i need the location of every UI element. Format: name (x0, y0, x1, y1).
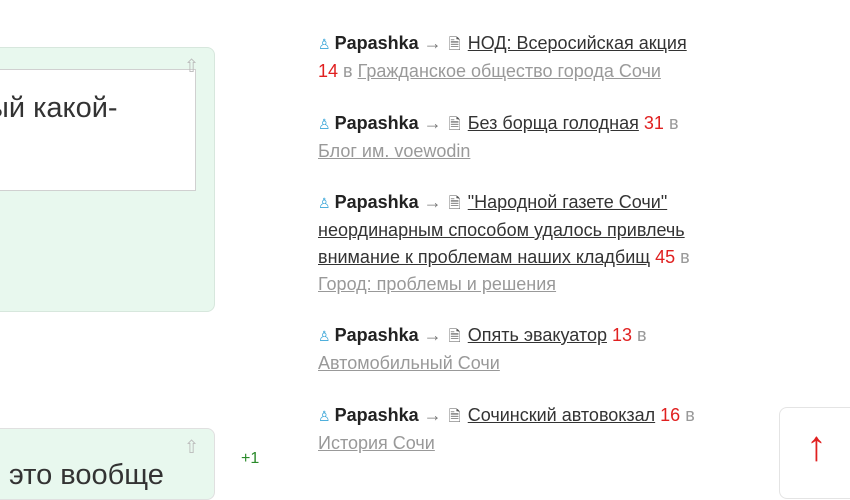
in-label: в (680, 247, 690, 267)
user-link[interactable]: Papashka (335, 325, 419, 345)
arrow-icon: → (423, 405, 442, 425)
comment-card: ый какой- ⇧ (0, 47, 215, 312)
comment-count: 16 (660, 405, 681, 425)
feed-item: ♙ Papashka → 🗎 Сочинский автовокзал 16 в … (318, 402, 758, 457)
document-icon: 🗎 (448, 195, 461, 212)
post-title-link[interactable]: Опять эвакуатор (468, 325, 607, 345)
user-icon: ♙ (318, 195, 331, 211)
up-arrow-icon: ↑ (806, 422, 827, 469)
collapse-arrow-icon[interactable]: ⇧ (184, 437, 199, 458)
in-label: в (637, 325, 647, 345)
blog-link[interactable]: Гражданское общество города Сочи (358, 61, 661, 81)
document-icon: 🗎 (448, 116, 461, 133)
blog-link[interactable]: Город: проблемы и решения (318, 274, 556, 294)
document-icon: 🗎 (448, 36, 461, 53)
post-title-link[interactable]: неординарным способом удалось привлечь (318, 220, 685, 240)
comment-count: 31 (643, 113, 664, 133)
post-title-link[interactable]: "Народной газете Сочи" (468, 192, 667, 212)
feed-item: ♙ Papashka → 🗎 Без борща голодная 31 в Бл… (318, 110, 758, 165)
comment-body: ый какой- (0, 69, 196, 191)
comment-count: 45 (655, 247, 676, 267)
post-title-link[interactable]: Без борща голодная (468, 113, 639, 133)
arrow-icon: → (423, 325, 442, 345)
scroll-to-top-button[interactable]: ↑ (779, 407, 850, 499)
feed-item: ♙ Papashka → 🗎 Опять эвакуатор 13 в Автом… (318, 322, 758, 377)
user-link[interactable]: Papashka (335, 192, 419, 212)
blog-link[interactable]: Автомобильный Сочи (318, 353, 500, 373)
comment-count: 13 (611, 325, 633, 345)
feed-item: ♙ Papashka → 🗎 "Народной газете Сочи" нео… (318, 189, 758, 298)
document-icon: 🗎 (448, 408, 461, 425)
blog-link[interactable]: Блог им. voewodin (318, 141, 470, 161)
document-icon: 🗎 (448, 328, 461, 345)
comment-text: это вообще (9, 459, 164, 491)
collapse-arrow-icon[interactable]: ⇧ (184, 56, 199, 77)
arrow-icon: → (423, 192, 442, 212)
arrow-icon: → (423, 33, 442, 53)
user-link[interactable]: Papashka (335, 405, 419, 425)
vote-plus[interactable]: +1 (241, 450, 259, 468)
post-title-link[interactable]: НОД: Всеросийская акция (468, 33, 687, 53)
user-icon: ♙ (318, 116, 331, 132)
user-link[interactable]: Papashka (335, 33, 419, 53)
user-icon: ♙ (318, 36, 331, 52)
in-label: в (343, 61, 353, 81)
in-label: в (685, 405, 695, 425)
comment-count: 14 (318, 61, 339, 81)
post-title-link[interactable]: внимание к проблемам наших кладбищ (318, 247, 650, 267)
in-label: в (668, 113, 679, 133)
post-title-link[interactable]: Сочинский автовокзал (468, 405, 655, 425)
arrow-icon: → (423, 113, 442, 133)
blog-link[interactable]: История Сочи (318, 433, 435, 453)
user-link[interactable]: Papashka (335, 113, 419, 133)
comment-text: ый какой- (0, 92, 118, 124)
user-icon: ♙ (318, 328, 331, 344)
user-icon: ♙ (318, 408, 331, 424)
comment-card-2: ⇧ это вообще (0, 428, 215, 500)
feed-item: ♙ Papashka → 🗎 НОД: Всеросийская акция 14… (318, 30, 758, 85)
